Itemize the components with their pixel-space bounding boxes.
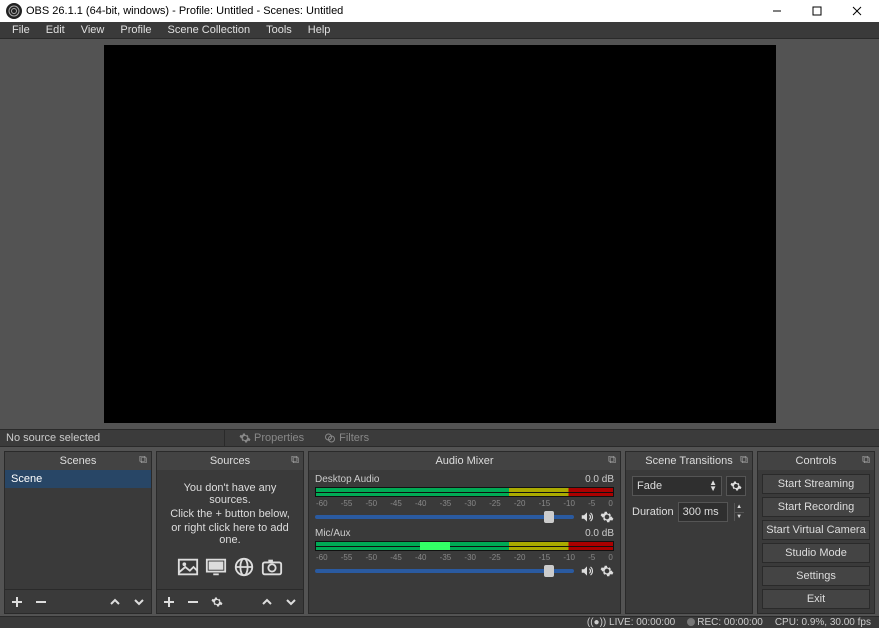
status-live: ((●)) LIVE: 00:00:00 bbox=[587, 617, 675, 628]
menu-scene-collection[interactable]: Scene Collection bbox=[160, 22, 259, 38]
duration-spinbox[interactable]: 300 ms bbox=[678, 502, 728, 522]
move-source-up-button[interactable] bbox=[259, 596, 275, 608]
audio-meter bbox=[315, 541, 614, 551]
start-streaming-button[interactable]: Start Streaming bbox=[762, 474, 870, 494]
transition-settings-button[interactable] bbox=[726, 476, 746, 496]
remove-scene-button[interactable] bbox=[33, 596, 49, 608]
gear-icon bbox=[730, 480, 742, 492]
channel-level: 0.0 dB bbox=[585, 528, 614, 539]
globe-icon bbox=[233, 556, 255, 578]
scenes-dock: Scenes ⧉ Scene bbox=[4, 451, 152, 614]
duration-label: Duration bbox=[632, 506, 674, 518]
menubar: File Edit View Profile Scene Collection … bbox=[0, 22, 879, 39]
sources-empty[interactable]: You don't have any sources. Click the + … bbox=[157, 470, 303, 589]
chevron-updown-icon: ▲▼ bbox=[709, 480, 717, 492]
properties-button[interactable]: Properties bbox=[233, 430, 310, 446]
controls-dock: Controls ⧉ Start Streaming Start Recordi… bbox=[757, 451, 875, 614]
titlebar: OBS 26.1.1 (64-bit, windows) - Profile: … bbox=[0, 0, 879, 22]
preview-area bbox=[0, 39, 879, 429]
transition-select[interactable]: Fade ▲▼ bbox=[632, 476, 722, 496]
move-source-down-button[interactable] bbox=[283, 596, 299, 608]
spin-arrows: ▲ ▼ bbox=[734, 503, 744, 521]
menu-edit[interactable]: Edit bbox=[38, 22, 73, 38]
remove-source-button[interactable] bbox=[185, 596, 201, 608]
volume-slider[interactable] bbox=[315, 515, 574, 519]
popout-icon[interactable]: ⧉ bbox=[291, 454, 299, 467]
sources-dock: Sources ⧉ You don't have any sources. Cl… bbox=[156, 451, 304, 614]
sources-footer bbox=[157, 589, 303, 613]
settings-button[interactable]: Settings bbox=[762, 566, 870, 586]
add-source-button[interactable] bbox=[161, 596, 177, 608]
move-scene-up-button[interactable] bbox=[107, 596, 123, 608]
menu-profile[interactable]: Profile bbox=[112, 22, 159, 38]
channel-name: Mic/Aux bbox=[315, 528, 351, 539]
window-title: OBS 26.1.1 (64-bit, windows) - Profile: … bbox=[26, 5, 757, 17]
popout-icon[interactable]: ⧉ bbox=[862, 454, 870, 467]
broadcast-icon: ((●)) bbox=[587, 617, 606, 628]
add-scene-button[interactable] bbox=[9, 596, 25, 608]
filters-icon bbox=[324, 432, 336, 444]
menu-help[interactable]: Help bbox=[300, 22, 339, 38]
channel-level: 0.0 dB bbox=[585, 474, 614, 485]
source-status: No source selected bbox=[6, 432, 216, 444]
status-rec: REC: 00:00:00 bbox=[687, 617, 763, 628]
popout-icon[interactable]: ⧉ bbox=[139, 454, 147, 467]
source-settings-button[interactable] bbox=[209, 596, 225, 608]
close-button[interactable] bbox=[837, 0, 877, 22]
start-recording-button[interactable]: Start Recording bbox=[762, 497, 870, 517]
filters-button[interactable]: Filters bbox=[318, 430, 375, 446]
preview-canvas[interactable] bbox=[104, 45, 776, 423]
channel-settings-button[interactable] bbox=[600, 510, 614, 524]
camera-icon bbox=[261, 556, 283, 578]
transitions-dock: Scene Transitions ⧉ Fade ▲▼ Duration 300… bbox=[625, 451, 753, 614]
menu-file[interactable]: File bbox=[4, 22, 38, 38]
scene-item[interactable]: Scene bbox=[5, 470, 151, 488]
display-icon bbox=[205, 556, 227, 578]
move-scene-down-button[interactable] bbox=[131, 596, 147, 608]
docks-row: Scenes ⧉ Scene Sources ⧉ You don't have … bbox=[0, 447, 879, 616]
maximize-button[interactable] bbox=[797, 0, 837, 22]
obs-logo-icon bbox=[6, 3, 22, 19]
start-virtual-camera-button[interactable]: Start Virtual Camera bbox=[762, 520, 870, 540]
menu-view[interactable]: View bbox=[73, 22, 113, 38]
meter-ticks: -60-55-50-45-40-35-30-25-20-15-10-50 bbox=[315, 499, 614, 508]
studio-mode-button[interactable]: Studio Mode bbox=[762, 543, 870, 563]
audio-mixer-header: Audio Mixer ⧉ bbox=[309, 452, 620, 470]
slider-thumb[interactable] bbox=[544, 565, 554, 577]
scenes-list[interactable] bbox=[5, 488, 151, 589]
gear-icon bbox=[239, 432, 251, 444]
mute-button[interactable] bbox=[580, 564, 594, 578]
audio-mixer-dock: Audio Mixer ⧉ Desktop Audio 0.0 dB -60-5… bbox=[308, 451, 621, 614]
transitions-header: Scene Transitions ⧉ bbox=[626, 452, 752, 470]
mixer-channel-mic: Mic/Aux 0.0 dB -60-55-50-45-40-35-30-25-… bbox=[315, 528, 614, 578]
status-cpu: CPU: 0.9%, 30.00 fps bbox=[775, 617, 871, 628]
menu-tools[interactable]: Tools bbox=[258, 22, 300, 38]
image-icon bbox=[177, 556, 199, 578]
channel-settings-button[interactable] bbox=[600, 564, 614, 578]
popout-icon[interactable]: ⧉ bbox=[740, 454, 748, 467]
mixer-channel-desktop: Desktop Audio 0.0 dB -60-55-50-45-40-35-… bbox=[315, 474, 614, 524]
volume-slider[interactable] bbox=[315, 569, 574, 573]
channel-name: Desktop Audio bbox=[315, 474, 380, 485]
sources-header: Sources ⧉ bbox=[157, 452, 303, 470]
source-toolbar: No source selected Properties Filters bbox=[0, 429, 879, 447]
exit-button[interactable]: Exit bbox=[762, 589, 870, 609]
audio-meter bbox=[315, 487, 614, 497]
meter-ticks: -60-55-50-45-40-35-30-25-20-15-10-50 bbox=[315, 553, 614, 562]
spin-down-button[interactable]: ▼ bbox=[735, 513, 744, 522]
mute-button[interactable] bbox=[580, 510, 594, 524]
slider-thumb[interactable] bbox=[544, 511, 554, 523]
controls-header: Controls ⧉ bbox=[758, 452, 874, 470]
popout-icon[interactable]: ⧉ bbox=[608, 454, 616, 467]
scenes-footer bbox=[5, 589, 151, 613]
spin-up-button[interactable]: ▲ bbox=[735, 503, 744, 513]
scenes-header: Scenes ⧉ bbox=[5, 452, 151, 470]
minimize-button[interactable] bbox=[757, 0, 797, 22]
record-dot-icon bbox=[687, 618, 695, 626]
